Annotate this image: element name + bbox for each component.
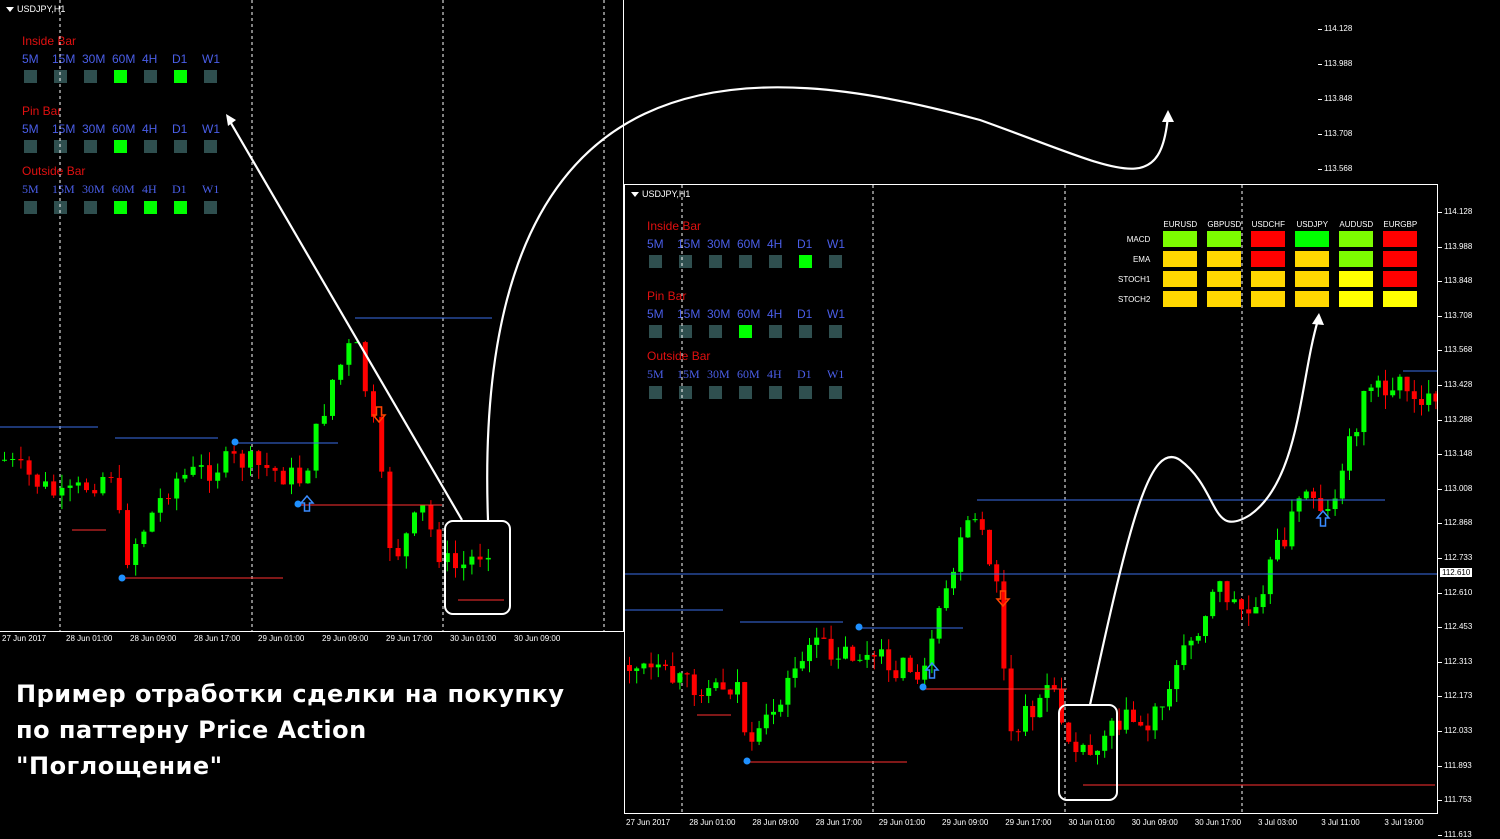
- annotation-arrow-line: [227, 117, 463, 521]
- caption-line-1: Пример отработки сделки на покупку: [16, 680, 565, 708]
- annotation-arrow-curve-2: [1088, 319, 1320, 706]
- annotation-arrow-curve: [486, 86, 1170, 521]
- caption-line-2: по паттерну Price Action: [16, 716, 367, 744]
- caption-line-3: "Поглощение": [16, 752, 223, 780]
- caption: Пример отработки сделки на покупку по па…: [16, 676, 564, 784]
- arrowhead-icon: [1162, 110, 1174, 122]
- arrowhead-icon: [1312, 313, 1324, 325]
